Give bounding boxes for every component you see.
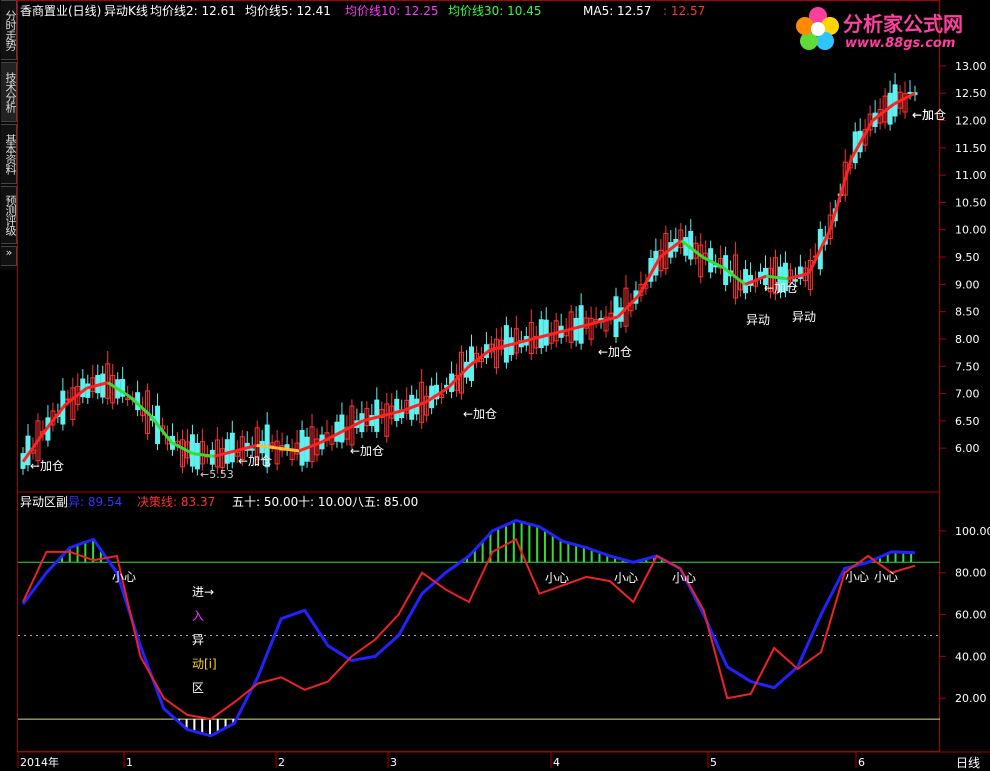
candle-body	[578, 305, 584, 344]
legend-item-b2: 五十: 50.00	[232, 495, 298, 509]
caution-label: 小心	[845, 570, 869, 584]
bottom-title: 异动区副	[20, 495, 68, 509]
legend-item-b0: 异: 89.54	[68, 495, 122, 509]
add-position-label: ←加仓	[598, 345, 632, 359]
y-tick-label: 8.00	[955, 333, 980, 346]
y-tick-label: 12.50	[955, 87, 987, 100]
candle-body	[538, 319, 544, 349]
flower-logo-icon	[796, 7, 839, 50]
logo-title: 分析家公式网	[843, 12, 963, 36]
y-tick-label: 7.50	[955, 360, 980, 373]
y-tick-label: 10.00	[955, 224, 987, 237]
candle-body	[194, 442, 200, 470]
top-title: 香商置业(日线)	[20, 3, 101, 18]
y-tick-label: 80.00	[955, 567, 987, 580]
x-tick-label: 1	[126, 756, 133, 769]
series-yi	[21, 518, 916, 738]
entry-zone-text: 进→	[192, 585, 214, 599]
caution-label: 小心	[112, 570, 136, 584]
candle-body	[249, 448, 255, 451]
logo-url: www.88gs.com	[845, 36, 956, 51]
add-position-label: ←加仓	[238, 454, 272, 468]
y-tick-label: 6.00	[955, 442, 980, 455]
y-tick-label: 6.50	[955, 415, 980, 428]
ma-segment	[149, 414, 173, 444]
x-tick-label: 3	[390, 756, 397, 769]
legend-item-5: : 12.57	[663, 4, 705, 18]
y-tick-label: 11.50	[955, 142, 987, 155]
x-tick-label: 5	[710, 756, 717, 769]
site-logo: 分析家公式网 www.88gs.com	[793, 4, 988, 54]
add-position-label: ←加仓	[350, 444, 384, 458]
legend-item-b4: 八五: 85.00	[352, 495, 418, 509]
candle-body	[743, 269, 749, 294]
caution-label: 小心	[545, 571, 569, 585]
ma-segment	[828, 158, 853, 231]
x-tick-label: 4	[553, 756, 560, 769]
legend-item-1: 均价线5: 12.41	[245, 4, 331, 18]
y-tick-label: 11.00	[955, 169, 987, 182]
indicator-name: 异动K线	[104, 4, 148, 18]
abnormal-move-label: 异动	[746, 313, 770, 327]
entry-zone-text: 异	[192, 633, 204, 647]
y-tick-label: 8.50	[955, 306, 980, 319]
legend-item-0: 均价线2: 12.61	[150, 4, 236, 18]
entry-zone-text: 区	[192, 681, 204, 695]
period-label[interactable]: 日线	[956, 754, 980, 771]
entry-zone-text: 动[i]	[192, 657, 217, 671]
entry-zone-text: 入	[192, 609, 204, 623]
y-tick-label: 9.00	[955, 278, 980, 291]
caution-label: 小心	[614, 571, 638, 585]
y-tick-label: 20.00	[955, 692, 987, 705]
y-tick-label: 40.00	[955, 650, 987, 663]
legend-item-3: 均价线30: 10.45	[448, 4, 541, 18]
x-tick-label: 2	[278, 756, 285, 769]
y-tick-label: 60.00	[955, 609, 987, 622]
y-tick-label: 10.50	[955, 196, 987, 209]
candle-body	[229, 432, 235, 463]
caution-label: 小心	[874, 570, 898, 584]
candle-body	[339, 414, 345, 443]
caution-label: 小心	[672, 571, 696, 585]
add-position-label: ←加仓	[30, 459, 64, 473]
candle-body	[394, 398, 400, 422]
add-position-label: ←加	[912, 108, 934, 122]
candle-body	[892, 84, 898, 117]
y-tick-label: 13.00	[955, 60, 987, 73]
add-position-label: ←加仓	[764, 281, 798, 295]
legend-item-4: MA5: 12.57	[583, 4, 651, 18]
candle-body	[189, 434, 195, 467]
y-tick-label: 9.50	[955, 251, 980, 264]
candle-body	[907, 91, 913, 94]
y-tick-label: 7.00	[955, 388, 980, 401]
legend-item-b3: 十: 10.00	[298, 495, 352, 509]
legend-item-2: 均价线10: 12.25	[345, 4, 438, 18]
legend-item-b1: 决策线: 83.37	[137, 495, 215, 509]
chart-canvas: 香商置业(日线) 异动K线 均价线2: 12.61 均价线5: 12.41 均价线10:…	[17, 3, 990, 769]
x-tick-label: 6	[858, 756, 865, 769]
candle-body	[334, 421, 340, 442]
y-tick-label: 100.00	[955, 525, 990, 538]
add-position-label: ←加仓	[463, 407, 497, 421]
low-price-label: ←5.53	[200, 468, 234, 481]
x-tick-label: 2014年	[20, 755, 59, 769]
abnormal-move-label: 异动	[792, 310, 816, 324]
y-tick-label: 12.00	[955, 115, 987, 128]
candle-body	[543, 319, 549, 346]
